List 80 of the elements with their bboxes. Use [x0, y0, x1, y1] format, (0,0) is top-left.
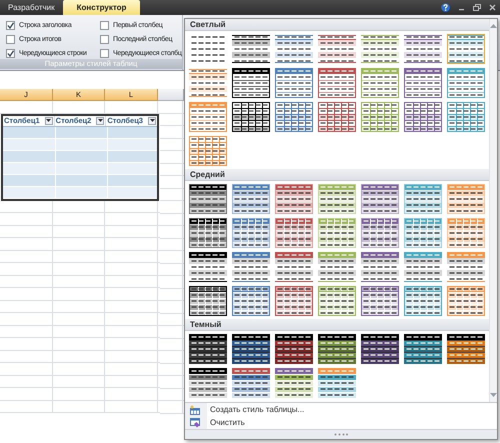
- section-header: Темный: [190, 320, 222, 329]
- table-style-thumbnail[interactable]: [189, 68, 227, 98]
- table-style-thumbnail[interactable]: [275, 34, 313, 64]
- table-style-thumbnail[interactable]: [318, 286, 356, 316]
- help-icon[interactable]: [441, 3, 450, 12]
- table-style-thumbnail[interactable]: [232, 68, 270, 98]
- table-style-thumbnail[interactable]: [275, 102, 313, 132]
- resize-grip[interactable]: [334, 433, 348, 436]
- table-style-thumbnail[interactable]: [361, 252, 399, 282]
- table-style-thumbnail[interactable]: [275, 334, 313, 364]
- table-style-thumbnail[interactable]: [361, 184, 399, 214]
- table-style-thumbnail[interactable]: [232, 102, 270, 132]
- table-style-thumbnail[interactable]: [189, 34, 227, 64]
- table-style-thumbnail[interactable]: [447, 252, 485, 282]
- table-style-thumbnail[interactable]: [318, 252, 356, 282]
- table-style-thumbnail[interactable]: [404, 68, 442, 98]
- table-style-thumbnail[interactable]: [232, 368, 270, 398]
- clear-table-icon: [190, 418, 200, 428]
- table-style-thumbnail[interactable]: [275, 286, 313, 316]
- table-style-thumbnail[interactable]: [447, 102, 485, 132]
- restore-icon[interactable]: [473, 4, 481, 11]
- table-style-thumbnail[interactable]: [189, 184, 227, 214]
- table-style-thumbnail[interactable]: [447, 68, 485, 98]
- table-style-thumbnail[interactable]: [361, 286, 399, 316]
- table-style-thumbnail[interactable]: [189, 368, 227, 398]
- caret-icon: [98, 119, 103, 122]
- table-style-thumbnail[interactable]: [275, 218, 313, 248]
- table-style-thumbnail[interactable]: [361, 334, 399, 364]
- table-style-thumbnail[interactable]: [447, 34, 485, 64]
- table-style-thumbnail[interactable]: [189, 136, 227, 166]
- table-style-thumbnail[interactable]: [404, 334, 442, 364]
- checkbox[interactable]: [100, 20, 109, 30]
- table-style-thumbnail[interactable]: [361, 34, 399, 64]
- checkbox[interactable]: [6, 20, 15, 30]
- table-style-thumbnail[interactable]: [447, 334, 485, 364]
- table-style-thumbnail[interactable]: [318, 368, 356, 398]
- ribbon-tab[interactable]: Разработчик: [0, 0, 63, 15]
- filter-dropdown-button[interactable]: [44, 116, 53, 124]
- table-style-thumbnail[interactable]: [232, 252, 270, 282]
- table-style-thumbnail[interactable]: [275, 368, 313, 398]
- section-header: Средний: [190, 170, 225, 179]
- table-style-thumbnail[interactable]: [404, 252, 442, 282]
- table-style-thumbnail[interactable]: [189, 218, 227, 248]
- table-style-thumbnail[interactable]: [404, 286, 442, 316]
- table-style-thumbnail[interactable]: [447, 286, 485, 316]
- table-style-thumbnail[interactable]: [275, 252, 313, 282]
- caret-icon: [46, 119, 52, 122]
- table-style-thumbnail[interactable]: [361, 68, 399, 98]
- menu-item[interactable]: Очистить: [185, 416, 497, 429]
- table-style-thumbnail[interactable]: [275, 68, 313, 98]
- table-style-thumbnail[interactable]: [232, 286, 270, 316]
- table-style-thumbnail[interactable]: [318, 334, 356, 364]
- filter-dropdown-button[interactable]: [96, 116, 104, 124]
- table-style-thumbnail[interactable]: [232, 184, 270, 214]
- table-style-thumbnail[interactable]: [275, 184, 313, 214]
- table-style-thumbnail[interactable]: [232, 334, 270, 364]
- table-style-thumbnail[interactable]: [189, 252, 227, 282]
- table-style-thumbnail[interactable]: [361, 218, 399, 248]
- table-style-thumbnail[interactable]: [232, 218, 270, 248]
- checkbox[interactable]: [100, 49, 109, 58]
- ribbon-tab[interactable]: Конструктор: [62, 0, 140, 15]
- table-style-thumbnail[interactable]: [318, 102, 356, 132]
- table-style-thumbnail[interactable]: [189, 286, 227, 316]
- table-style-thumbnail[interactable]: [189, 102, 227, 132]
- table-style-thumbnail[interactable]: [318, 68, 356, 98]
- table-style-thumbnail[interactable]: [189, 334, 227, 364]
- table-style-thumbnail[interactable]: [404, 102, 442, 132]
- table-style-thumbnail[interactable]: [318, 34, 356, 64]
- checkbox[interactable]: [6, 49, 15, 58]
- caret-icon: [150, 119, 155, 122]
- new-table-style-icon: [190, 404, 200, 414]
- table-style-thumbnail[interactable]: [361, 102, 399, 132]
- table-style-thumbnail[interactable]: [232, 34, 270, 64]
- menu-item[interactable]: Создать стиль таблицы...: [185, 403, 497, 416]
- checkbox[interactable]: [100, 34, 109, 44]
- checkbox[interactable]: [6, 34, 15, 44]
- table-style-thumbnail[interactable]: [404, 34, 442, 64]
- section-header: Светлый: [190, 20, 226, 29]
- filter-dropdown-button[interactable]: [148, 116, 156, 124]
- close-icon[interactable]: [489, 4, 496, 11]
